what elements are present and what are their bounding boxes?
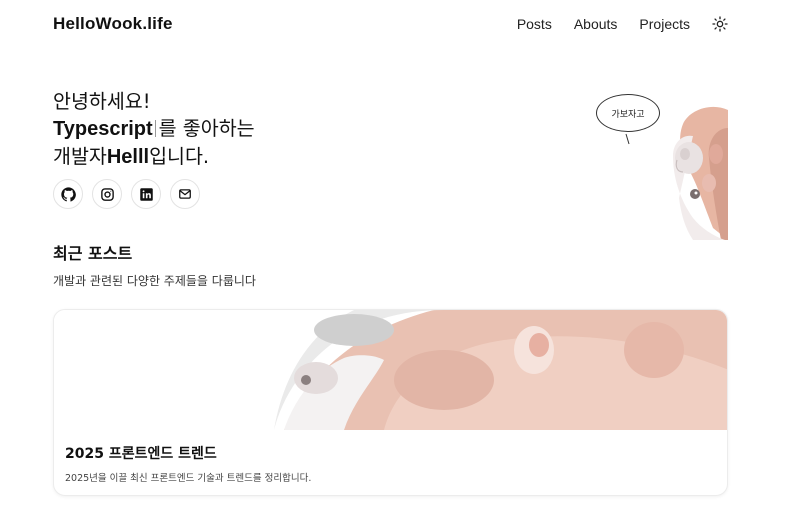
post-description: 2025년을 이끌 최신 프론트엔드 기술과 트렌드를 정리합니다. <box>65 473 312 484</box>
theme-toggle-button[interactable] <box>712 16 728 32</box>
hero-keyword-typescript: Typescript <box>53 118 153 140</box>
typing-caret <box>154 120 156 137</box>
recent-posts-subtitle: 개발과 관련된 다양한 주제들을 다룹니다 <box>53 274 256 288</box>
linkedin-icon <box>139 187 153 201</box>
site-logo[interactable]: HelloWook.life <box>53 14 173 34</box>
hero-line-3-pre: 개발자 <box>53 145 107 168</box>
instagram-icon <box>100 187 114 201</box>
hamster-illustration: 가보자고 <box>593 88 728 240</box>
post-title[interactable]: 2025 프론트엔드 트렌드 <box>65 443 217 463</box>
post-thumbnail <box>54 310 727 430</box>
recent-posts-heading: 최근 포스트 <box>53 244 133 263</box>
nav-abouts[interactable]: Abouts <box>574 16 618 32</box>
hamster-hand-image <box>625 106 728 240</box>
hero-name: Helll <box>106 146 150 168</box>
mail-icon <box>179 189 191 199</box>
hero-line-2-text: 를 좋아하는 <box>158 117 255 140</box>
nav-posts[interactable]: Posts <box>517 16 552 32</box>
email-link[interactable] <box>170 179 200 209</box>
sun-icon <box>712 16 728 32</box>
main-nav: Posts Abouts Projects <box>495 16 728 32</box>
github-link[interactable] <box>53 179 83 209</box>
instagram-link[interactable] <box>92 179 122 209</box>
social-links <box>53 179 209 209</box>
post-card[interactable]: 2025 프론트엔드 트렌드 2025년을 이끌 최신 프론트엔드 기술과 트렌… <box>53 309 728 496</box>
site-header: HelloWook.life Posts Abouts Projects <box>53 0 728 48</box>
post-thumbnail-image <box>54 310 727 430</box>
github-icon <box>60 186 76 201</box>
nav-projects[interactable]: Projects <box>639 16 690 32</box>
hero-section: 안녕하세요! Typescript 를 좋아하는 개발자Helll입니다. 가보자… <box>53 88 728 240</box>
hero-line-1-text: 안녕하세요! <box>53 90 151 113</box>
linkedin-link[interactable] <box>131 179 161 209</box>
hero-line-3-post: 입니다. <box>149 145 210 168</box>
